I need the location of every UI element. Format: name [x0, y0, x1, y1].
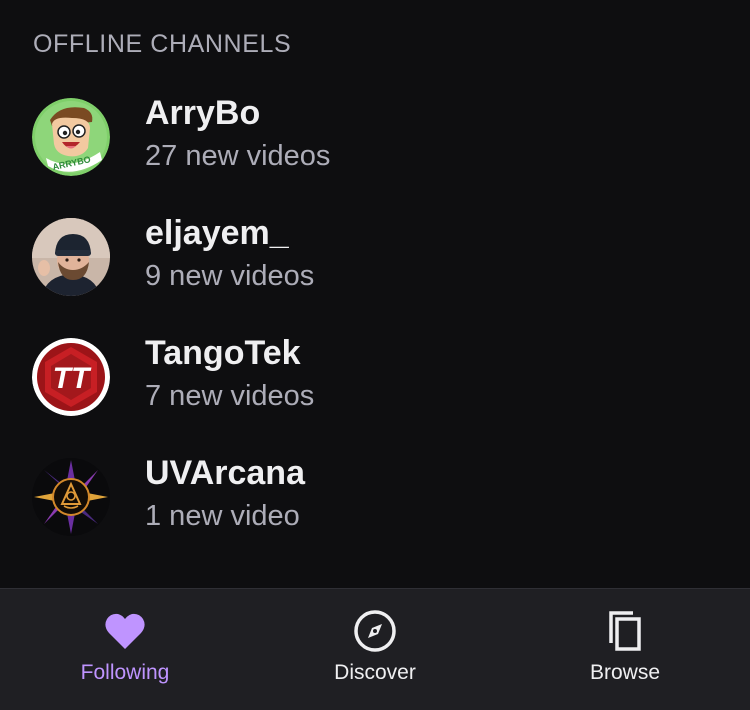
- bottom-tab-bar: Following Discover Browse: [0, 588, 750, 710]
- tab-following[interactable]: Following: [0, 589, 250, 710]
- following-screen: OFFLINE CHANNELS ARRYBO ArryBo 27 new vi…: [0, 0, 750, 710]
- channel-row-tangotek[interactable]: TT TangoTek 7 new videos: [0, 320, 750, 430]
- heart-icon: [101, 607, 149, 655]
- channel-row-arrybo[interactable]: ARRYBO ArryBo 27 new videos: [0, 80, 750, 190]
- tab-label: Discover: [334, 661, 416, 684]
- channel-video-count: 9 new videos: [145, 260, 315, 292]
- channel-video-count: 27 new videos: [145, 140, 331, 172]
- tab-browse[interactable]: Browse: [500, 589, 750, 710]
- tab-discover[interactable]: Discover: [250, 589, 500, 710]
- channel-row-uvarcana[interactable]: UVArcana 1 new video: [0, 440, 750, 550]
- channel-video-count: 7 new videos: [145, 380, 315, 412]
- channel-name: ArryBo: [145, 94, 261, 132]
- section-header: OFFLINE CHANNELS: [33, 30, 292, 58]
- channel-video-count: 1 new video: [145, 500, 300, 532]
- uvarcana-avatar: [32, 458, 110, 536]
- channel-name: UVArcana: [145, 454, 305, 492]
- channel-row-eljayem[interactable]: eljayem_ 9 new videos: [0, 200, 750, 310]
- arrybo-avatar: ARRYBO: [32, 98, 110, 176]
- tab-label: Following: [80, 661, 170, 684]
- compass-icon: [351, 607, 399, 655]
- tangotek-logo-text: TT: [53, 362, 92, 395]
- copy-icon: [601, 607, 649, 655]
- channel-name: TangoTek: [145, 334, 301, 372]
- tab-label: Browse: [589, 661, 661, 684]
- channel-name: eljayem_: [145, 214, 289, 252]
- tangotek-avatar: TT: [32, 338, 110, 416]
- eljayem-avatar: [32, 218, 110, 296]
